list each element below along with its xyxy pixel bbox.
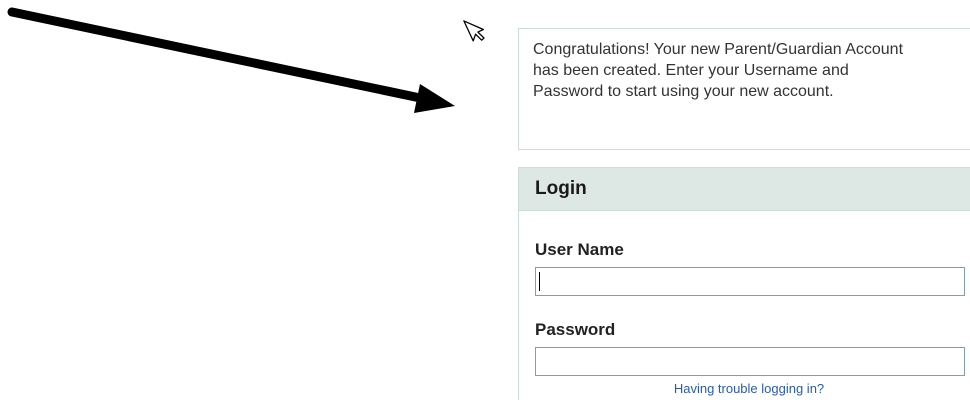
account-created-notice: Congratulations! Your new Parent/Guardia… xyxy=(518,28,970,150)
username-input[interactable] xyxy=(535,267,965,296)
mouse-cursor-icon xyxy=(463,20,485,42)
login-panel-title: Login xyxy=(519,167,970,211)
password-input[interactable] xyxy=(535,347,965,376)
text-caret xyxy=(539,272,540,291)
login-panel: Login User Name Password Having trouble … xyxy=(518,167,970,400)
screenshot-canvas: Congratulations! Your new Parent/Guardia… xyxy=(0,0,970,400)
notice-message: Congratulations! Your new Parent/Guardia… xyxy=(533,41,904,100)
password-label: Password xyxy=(535,320,616,339)
trouble-logging-in-link[interactable]: Having trouble logging in? xyxy=(519,381,970,396)
annotation-arrow-icon xyxy=(7,7,455,113)
username-label: User Name xyxy=(535,240,624,259)
